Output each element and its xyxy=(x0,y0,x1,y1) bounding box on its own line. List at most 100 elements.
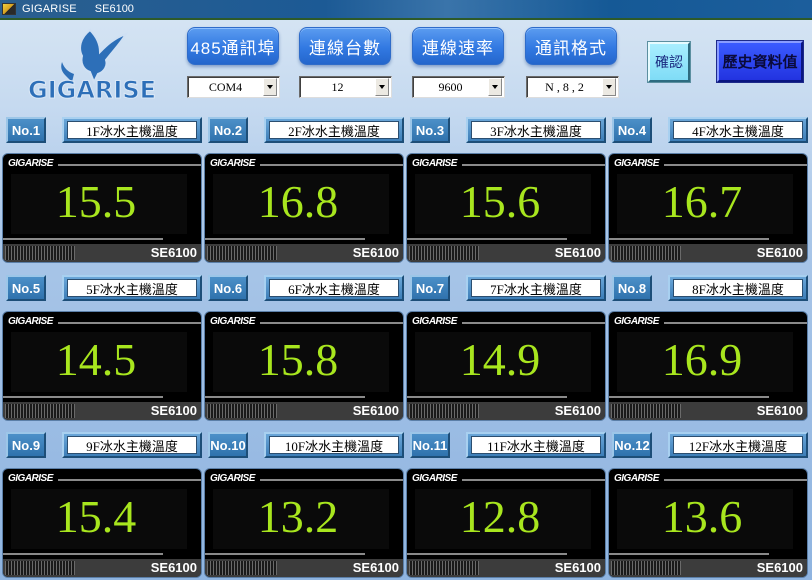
baud-rate-select[interactable]: 9600 xyxy=(412,76,505,98)
divider xyxy=(609,396,769,398)
divider xyxy=(205,553,365,555)
device-count-button[interactable]: 連線台數 xyxy=(299,27,391,65)
meter-name-text[interactable]: 3F冰水主機溫度 xyxy=(471,121,601,139)
meter-number-badge[interactable]: No.9 xyxy=(6,432,46,458)
meter-name-text[interactable]: 7F冰水主機溫度 xyxy=(471,279,601,297)
meter-number-badge[interactable]: No.5 xyxy=(6,275,46,301)
meter-name-field[interactable]: 9F冰水主機溫度 xyxy=(62,432,202,458)
meter-display: GIGARISE 14.5 SE6100 xyxy=(2,311,202,421)
temperature-value: 16.8 xyxy=(257,176,339,227)
meter-brand-logo: GIGARISE xyxy=(210,158,255,169)
meter-name-field[interactable]: 7F冰水主機溫度 xyxy=(466,275,606,301)
meter-number-badge[interactable]: No.4 xyxy=(612,117,652,143)
eagle-icon xyxy=(61,28,129,85)
meter-footer: SE6100 xyxy=(3,402,201,420)
footer-pattern xyxy=(409,404,479,418)
format-button[interactable]: 通訊格式 xyxy=(525,27,617,65)
meter-number-badge[interactable]: No.3 xyxy=(410,117,450,143)
chevron-down-icon[interactable] xyxy=(602,78,616,96)
meter-number-badge[interactable]: No.2 xyxy=(208,117,248,143)
meter-model: SE6100 xyxy=(756,245,803,260)
meter-display: GIGARISE 12.8 SE6100 xyxy=(406,468,606,578)
gigarise-logo: GIGARISE xyxy=(22,26,162,105)
meter-name-field[interactable]: 8F冰水主機溫度 xyxy=(668,275,808,301)
meter-name-text[interactable]: 4F冰水主機溫度 xyxy=(673,121,803,139)
temperature-value: 13.6 xyxy=(661,491,743,542)
port-button[interactable]: 485通訊埠 xyxy=(187,27,279,65)
meter-footer: SE6100 xyxy=(205,244,403,262)
window-subtitle: SE6100 xyxy=(94,3,134,15)
meter-name-text[interactable]: 1F冰水主機溫度 xyxy=(67,121,197,139)
meter-number-badge[interactable]: No.12 xyxy=(612,432,652,458)
meter-brand-logo: GIGARISE xyxy=(412,473,457,484)
temperature-value: 13.2 xyxy=(257,491,339,542)
meter-name-field[interactable]: 3F冰水主機溫度 xyxy=(466,117,606,143)
meter-name-text[interactable]: 2F冰水主機溫度 xyxy=(269,121,399,139)
meter-display: GIGARISE 13.2 SE6100 xyxy=(204,468,404,578)
meter-footer: SE6100 xyxy=(407,244,605,262)
footer-pattern xyxy=(409,246,479,260)
chevron-down-icon[interactable] xyxy=(375,78,389,96)
divider xyxy=(664,479,807,481)
meter-name-field[interactable]: 6F冰水主機溫度 xyxy=(264,275,404,301)
footer-pattern xyxy=(5,246,75,260)
meter-number-badge[interactable]: No.7 xyxy=(410,275,450,301)
meter-name-text[interactable]: 11F冰水主機溫度 xyxy=(471,436,601,454)
divider xyxy=(205,238,365,240)
divider xyxy=(260,164,403,166)
meter-footer: SE6100 xyxy=(205,559,403,577)
temperature-value: 14.9 xyxy=(459,334,541,385)
window-title: GIGARISE xyxy=(22,3,77,15)
meter-display: GIGARISE 15.4 SE6100 xyxy=(2,468,202,578)
format-select[interactable]: N , 8 , 2 xyxy=(526,76,619,98)
meter-name-text[interactable]: 5F冰水主機溫度 xyxy=(67,279,197,297)
history-data-button[interactable]: 歷史資料值 xyxy=(716,40,804,83)
meter-name-text[interactable]: 6F冰水主機溫度 xyxy=(269,279,399,297)
meter-name-field[interactable]: 12F冰水主機溫度 xyxy=(668,432,808,458)
divider xyxy=(609,238,769,240)
meter-name-field[interactable]: 10F冰水主機溫度 xyxy=(264,432,404,458)
chevron-down-icon[interactable] xyxy=(263,78,277,96)
footer-pattern xyxy=(5,561,75,575)
meter-brand-logo: GIGARISE xyxy=(8,158,53,169)
format-select-value: N , 8 , 2 xyxy=(545,79,584,94)
divider xyxy=(462,164,605,166)
temperature-value: 14.5 xyxy=(55,334,137,385)
meter-name-field[interactable]: 5F冰水主機溫度 xyxy=(62,275,202,301)
meter-number-badge[interactable]: No.11 xyxy=(410,432,450,458)
meter-number-badge[interactable]: No.8 xyxy=(612,275,652,301)
divider xyxy=(58,322,201,324)
meter-number-badge[interactable]: No.6 xyxy=(208,275,248,301)
meter-name-field[interactable]: 11F冰水主機溫度 xyxy=(466,432,606,458)
meter-brand-logo: GIGARISE xyxy=(614,316,659,327)
meter-name-field[interactable]: 1F冰水主機溫度 xyxy=(62,117,202,143)
port-select[interactable]: COM4 xyxy=(187,76,280,98)
meter-number-badge[interactable]: No.10 xyxy=(208,432,248,458)
meter-brand-logo: GIGARISE xyxy=(210,316,255,327)
meter-brand-logo: GIGARISE xyxy=(614,473,659,484)
meter-name-text[interactable]: 8F冰水主機溫度 xyxy=(673,279,803,297)
confirm-button[interactable]: 確認 xyxy=(647,41,691,83)
meter-display: GIGARISE 15.5 SE6100 xyxy=(2,153,202,263)
device-count-select[interactable]: 12 xyxy=(299,76,392,98)
divider xyxy=(407,553,567,555)
meter-footer: SE6100 xyxy=(609,244,807,262)
meter-display: GIGARISE 15.8 SE6100 xyxy=(204,311,404,421)
meter-name-text[interactable]: 10F冰水主機溫度 xyxy=(269,436,399,454)
meter-number-badge[interactable]: No.1 xyxy=(6,117,46,143)
meter-name-text[interactable]: 12F冰水主機溫度 xyxy=(673,436,803,454)
meter-brand-logo: GIGARISE xyxy=(614,158,659,169)
divider xyxy=(462,479,605,481)
meter-model: SE6100 xyxy=(554,245,601,260)
divider xyxy=(3,238,163,240)
divider xyxy=(609,553,769,555)
meter-name-text[interactable]: 9F冰水主機溫度 xyxy=(67,436,197,454)
meter-brand-logo: GIGARISE xyxy=(412,316,457,327)
baud-rate-button[interactable]: 連線速率 xyxy=(412,27,504,65)
meter-footer: SE6100 xyxy=(3,244,201,262)
footer-pattern xyxy=(207,561,277,575)
chevron-down-icon[interactable] xyxy=(488,78,502,96)
meter-name-field[interactable]: 4F冰水主機溫度 xyxy=(668,117,808,143)
meter-footer: SE6100 xyxy=(609,559,807,577)
meter-name-field[interactable]: 2F冰水主機溫度 xyxy=(264,117,404,143)
